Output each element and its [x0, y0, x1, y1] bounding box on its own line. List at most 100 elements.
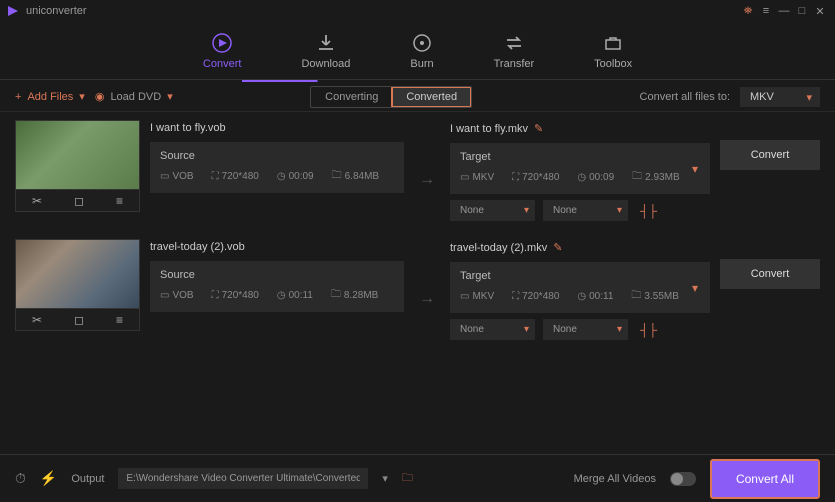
source-box: Source ▭ VOB ⛶ 720*480 ◷ 00:09 🗀 6.84MB [150, 142, 404, 193]
settings-icon[interactable]: ≡ [116, 313, 123, 327]
load-dvd-label: Load DVD [110, 91, 161, 103]
chevron-down-icon: ▾ [79, 90, 85, 103]
tab-label: Toolbox [594, 58, 632, 70]
plus-icon: + [15, 91, 21, 103]
adjust-icon[interactable]: ┤├ [640, 204, 657, 218]
tab-label: Download [301, 58, 350, 70]
titlebar: uniconverter ⛯ ≡ — □ ✕ [0, 0, 835, 22]
target-box[interactable]: Target ▭ MKV ⛶ 720*480 ◷ 00:11 🗀 3.55MB … [450, 262, 710, 313]
schedule-icon[interactable]: ⏱ [15, 470, 26, 487]
convert-all-button[interactable]: Convert All [710, 459, 820, 499]
source-label: Source [160, 269, 394, 281]
tab-toolbox[interactable]: Toolbox [594, 32, 632, 70]
chevron-down-icon[interactable]: ▾ [382, 472, 388, 485]
size-value: 🗀 3.55MB [631, 288, 678, 305]
resolution-value: ⛶ 720*480 [512, 172, 559, 183]
target-label: Target [460, 270, 700, 282]
open-folder-icon[interactable]: 🗀 [402, 469, 413, 488]
transfer-icon [503, 32, 525, 54]
add-files-button[interactable]: + Add Files ▾ [15, 90, 85, 103]
format-badge: ▭ VOB [160, 290, 194, 301]
arrow-icon: → [414, 120, 440, 221]
chevron-down-icon: ▾ [167, 90, 173, 103]
size-value: 🗀 8.28MB [331, 287, 378, 304]
chevron-down-icon[interactable]: ▾ [692, 162, 698, 176]
add-files-label: Add Files [27, 91, 73, 103]
app-logo-icon [6, 4, 20, 18]
toolbar: + Add Files ▾ ◉ Load DVD ▾ Converting Co… [0, 82, 835, 112]
merge-toggle[interactable] [670, 472, 696, 486]
video-thumbnail[interactable] [15, 239, 140, 309]
target-filename: travel-today (2).mkv [450, 242, 547, 254]
convert-button[interactable]: Convert [720, 259, 820, 289]
source-filename: travel-today (2).vob [150, 241, 245, 253]
source-label: Source [160, 150, 394, 162]
tab-convert[interactable]: Convert [203, 32, 242, 70]
crop-icon[interactable]: ◻ [74, 194, 84, 208]
file-row: ✂ ◻ ≡ I want to fly.vob Source ▭ VOB ⛶ 7… [15, 120, 820, 221]
gpu-icon[interactable]: ⚡ [40, 470, 57, 487]
app-title: uniconverter [26, 5, 87, 17]
audio-track-dropdown[interactable]: None [450, 319, 535, 340]
convert-button[interactable]: Convert [720, 140, 820, 170]
resolution-value: ⛶ 720*480 [212, 290, 259, 301]
close-button[interactable]: ✕ [811, 5, 829, 18]
trim-icon[interactable]: ✂ [32, 313, 42, 327]
merge-label: Merge All Videos [574, 473, 656, 485]
arrow-icon: → [414, 239, 440, 340]
resolution-value: ⛶ 720*480 [512, 291, 559, 302]
toolbox-icon [602, 32, 624, 54]
seg-converting[interactable]: Converting [311, 87, 392, 107]
status-segment: Converting Converted [310, 86, 472, 108]
target-filename: I want to fly.mkv [450, 123, 528, 135]
target-box[interactable]: Target ▭ MKV ⛶ 720*480 ◷ 00:09 🗀 2.93MB … [450, 143, 710, 194]
tab-label: Transfer [494, 58, 535, 70]
tab-label: Convert [203, 58, 242, 70]
format-badge: ▭ MKV [460, 291, 494, 302]
maximize-button[interactable]: □ [793, 5, 811, 17]
settings-icon[interactable]: ≡ [116, 194, 123, 208]
gift-icon[interactable]: ⛯ [739, 5, 757, 18]
source-box: Source ▭ VOB ⛶ 720*480 ◷ 00:11 🗀 8.28MB [150, 261, 404, 312]
download-icon [315, 32, 337, 54]
tab-burn[interactable]: Burn [410, 32, 433, 70]
crop-icon[interactable]: ◻ [74, 313, 84, 327]
load-dvd-button[interactable]: ◉ Load DVD ▾ [95, 90, 173, 103]
format-badge: ▭ VOB [160, 171, 194, 182]
source-filename: I want to fly.vob [150, 122, 226, 134]
convert-all-label: Convert all files to: [640, 91, 730, 103]
duration-value: ◷ 00:09 [277, 171, 314, 182]
minimize-button[interactable]: — [775, 5, 793, 17]
tab-transfer[interactable]: Transfer [494, 32, 535, 70]
output-format-dropdown[interactable]: MKV [740, 87, 820, 107]
edit-icon[interactable]: ✎ [553, 241, 562, 254]
subtitle-dropdown[interactable]: None [543, 319, 628, 340]
audio-track-dropdown[interactable]: None [450, 200, 535, 221]
duration-value: ◷ 00:09 [577, 172, 614, 183]
chevron-down-icon[interactable]: ▾ [692, 281, 698, 295]
tab-download[interactable]: Download [301, 32, 350, 70]
trim-icon[interactable]: ✂ [32, 194, 42, 208]
tab-label: Burn [410, 58, 433, 70]
thumbnail-tools: ✂ ◻ ≡ [15, 309, 140, 331]
output-path-field[interactable] [118, 468, 368, 489]
burn-icon [411, 32, 433, 54]
adjust-icon[interactable]: ┤├ [640, 323, 657, 337]
video-thumbnail[interactable] [15, 120, 140, 190]
thumbnail-tools: ✂ ◻ ≡ [15, 190, 140, 212]
target-label: Target [460, 151, 700, 163]
subtitle-dropdown[interactable]: None [543, 200, 628, 221]
file-row: ✂ ◻ ≡ travel-today (2).vob Source ▭ VOB … [15, 239, 820, 340]
seg-converted[interactable]: Converted [391, 86, 472, 108]
duration-value: ◷ 00:11 [577, 291, 613, 302]
format-badge: ▭ MKV [460, 172, 494, 183]
size-value: 🗀 2.93MB [632, 169, 679, 186]
resolution-value: ⛶ 720*480 [212, 171, 259, 182]
main-tabs: Convert Download Burn Transfer Toolbox [0, 22, 835, 80]
convert-icon [211, 32, 233, 54]
edit-icon[interactable]: ✎ [534, 122, 543, 135]
bottombar: ⏱ ⚡ Output ▾ 🗀 Merge All Videos Convert … [0, 454, 835, 502]
file-list: ✂ ◻ ≡ I want to fly.vob Source ▭ VOB ⛶ 7… [0, 112, 835, 454]
menu-icon[interactable]: ≡ [757, 5, 775, 17]
output-label: Output [71, 473, 104, 485]
